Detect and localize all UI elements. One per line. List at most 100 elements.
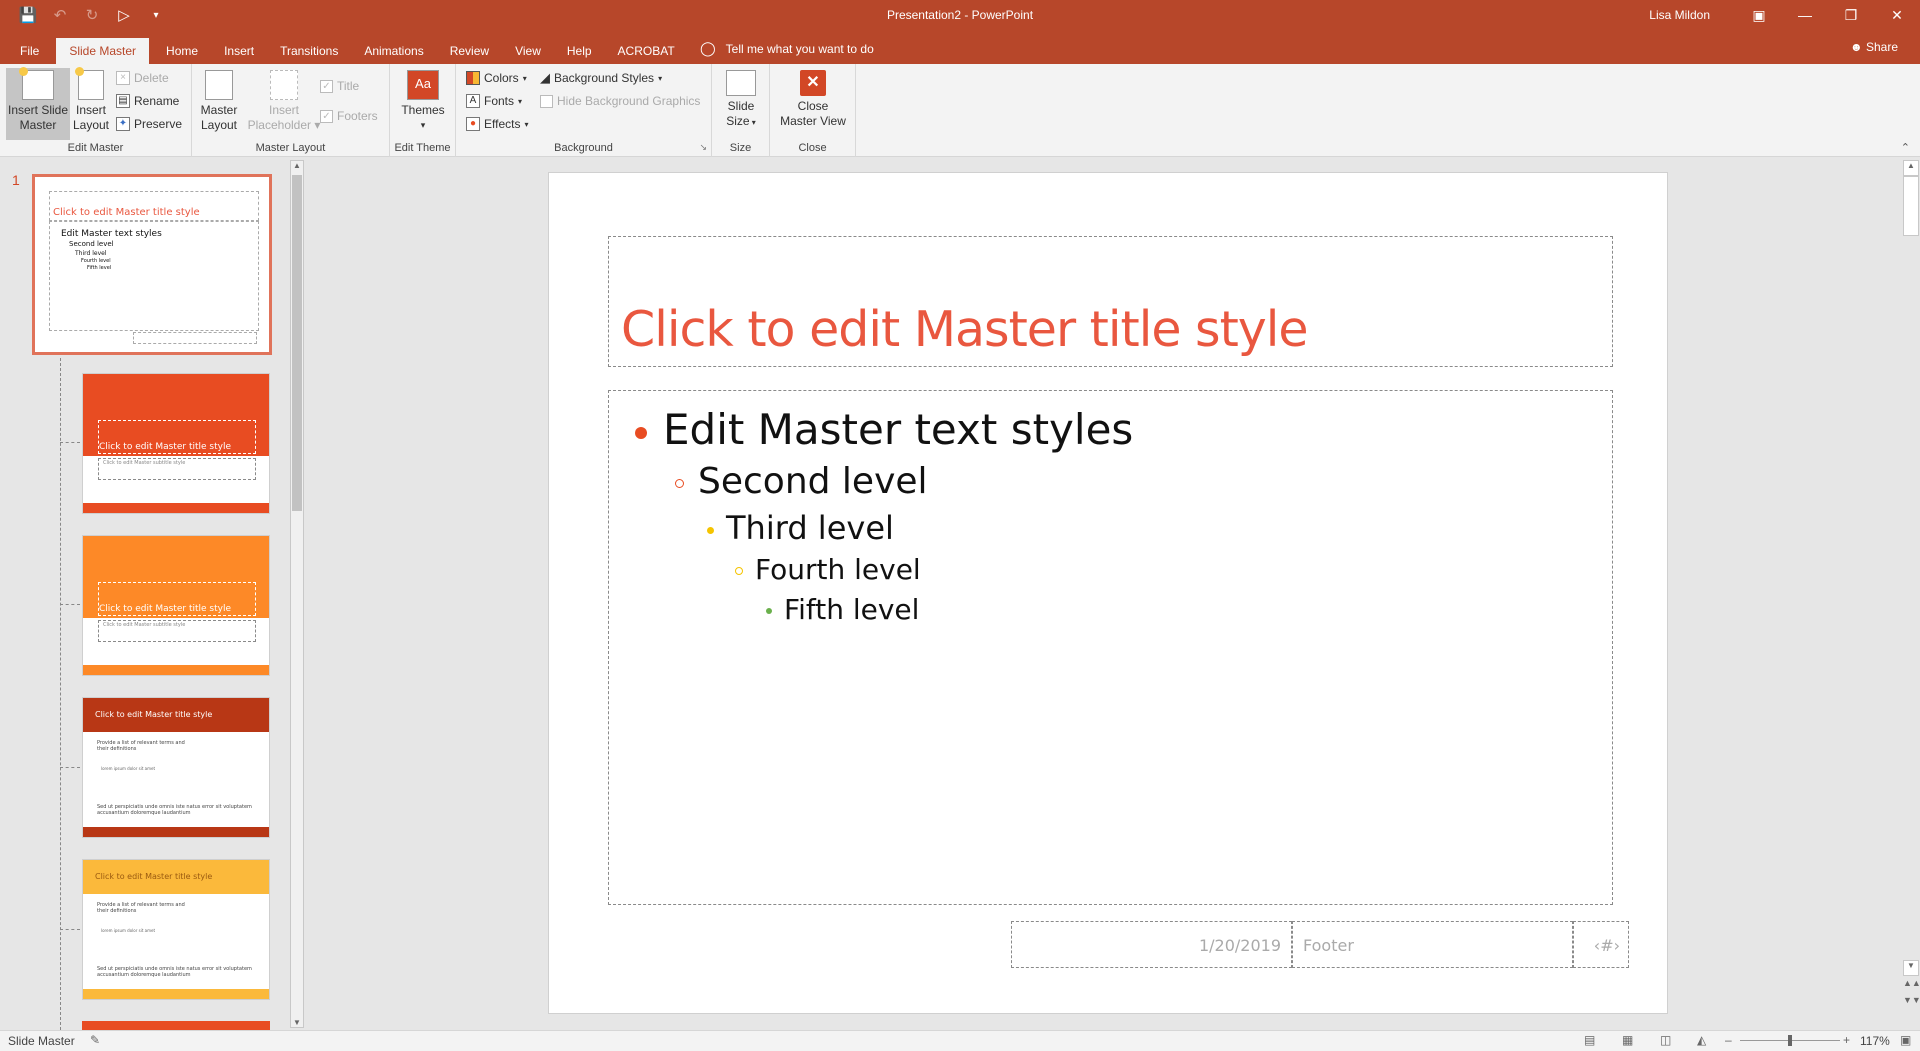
- background-styles-button[interactable]: ◢ Background Styles ▾: [540, 68, 662, 88]
- title-placeholder[interactable]: Click to edit Master title style: [608, 236, 1613, 367]
- zoom-out-button[interactable]: –: [1725, 1033, 1732, 1047]
- user-name[interactable]: Lisa Mildon: [1649, 8, 1710, 22]
- master-layout-button[interactable]: Master Layout: [198, 68, 240, 133]
- close-icon[interactable]: ✕: [1874, 0, 1920, 30]
- lightbulb-icon: ◯: [700, 40, 716, 56]
- preserve-pin-icon: ✦: [116, 117, 130, 131]
- share-button[interactable]: ☻ Share: [1850, 40, 1898, 54]
- tab-home[interactable]: Home: [153, 41, 211, 64]
- level-2-bullet-icon: [675, 478, 684, 488]
- slide-number-placeholder[interactable]: ‹#›: [1573, 921, 1629, 968]
- collapse-ribbon-icon[interactable]: ⌃: [1901, 141, 1910, 154]
- insert-placeholder-button[interactable]: Insert Placeholder ▾: [246, 68, 322, 133]
- footers-checkbox-label: Footers: [337, 109, 378, 123]
- date-placeholder[interactable]: 1/20/2019: [1011, 921, 1292, 968]
- thumbnail-layout-section-header[interactable]: Click to edit Master title style Click t…: [82, 535, 270, 676]
- tab-animations[interactable]: Animations: [351, 41, 436, 64]
- thumbnail-layout-partial[interactable]: [82, 1021, 270, 1030]
- background-styles-icon: ◢: [540, 70, 550, 85]
- level-1-text: Edit Master text styles: [663, 405, 1134, 454]
- hide-background-graphics-checkbox[interactable]: Hide Background Graphics: [540, 91, 700, 111]
- scroll-thumb[interactable]: [292, 175, 302, 511]
- rename-button[interactable]: ▤ Rename: [116, 91, 179, 111]
- scroll-down-icon[interactable]: ▼: [291, 1018, 303, 1027]
- slide-sorter-icon[interactable]: ▦: [1622, 1033, 1633, 1047]
- slide-show-icon[interactable]: ◭: [1697, 1033, 1706, 1047]
- group-master-layout: Master Layout Insert Placeholder ▾ ✓ Tit…: [192, 64, 390, 157]
- scroll-down-icon[interactable]: ▼: [1903, 960, 1919, 976]
- tell-me-search[interactable]: ◯ Tell me what you want to do: [700, 40, 874, 57]
- next-slide-icon[interactable]: ▼▼: [1903, 995, 1920, 1005]
- rename-icon: ▤: [116, 94, 130, 108]
- scroll-up-icon[interactable]: ▲: [1903, 160, 1919, 176]
- thumb-level-4: Fourth level: [81, 258, 111, 264]
- group-edit-theme: Aa Themes ▾ Edit Theme: [390, 64, 456, 157]
- group-label-edit-theme: Edit Theme: [394, 142, 451, 154]
- tab-acrobat[interactable]: ACROBAT: [605, 41, 688, 64]
- tab-file[interactable]: File: [0, 41, 52, 64]
- restore-icon[interactable]: ❐: [1828, 0, 1874, 30]
- level-4: Fourth level: [735, 553, 921, 586]
- colors-button[interactable]: Colors ▾: [466, 68, 527, 88]
- tree-branch: [60, 929, 80, 930]
- level-3: Third level: [707, 509, 894, 547]
- tab-help[interactable]: Help: [554, 41, 605, 64]
- tab-insert[interactable]: Insert: [211, 41, 267, 64]
- thumbnail-layout-glossary-1[interactable]: Click to edit Master title style Provide…: [82, 697, 270, 838]
- title-bar: 💾 ↶ ↻ ▷ ▾ Presentation2 - PowerPoint Lis…: [0, 0, 1920, 64]
- tab-review[interactable]: Review: [437, 41, 502, 64]
- thumb-bullets: lorem ipsum dolor sit amet: [101, 766, 156, 771]
- title-checkbox[interactable]: ✓ Title: [320, 76, 359, 96]
- close-master-view-label-1: Close: [797, 99, 829, 113]
- footers-checkbox[interactable]: ✓ Footers: [320, 106, 378, 126]
- tab-transitions[interactable]: Transitions: [267, 41, 351, 64]
- scroll-thumb[interactable]: [1903, 176, 1919, 236]
- insert-slide-master-icon: [19, 67, 54, 100]
- insert-layout-button[interactable]: Insert Layout: [72, 67, 110, 133]
- level-5: Fifth level: [766, 593, 919, 626]
- background-styles-label: Background Styles: [554, 71, 655, 85]
- insert-slide-master-label-1: Insert Slide: [7, 103, 69, 117]
- thumbnail-layout-title-slide[interactable]: Click to edit Master title style Click t…: [82, 373, 270, 514]
- minimize-icon[interactable]: —: [1782, 0, 1828, 30]
- thumb-subtitle: Click to edit Master subtitle style: [103, 460, 186, 466]
- level-2-text: Second level: [698, 461, 928, 502]
- group-label-size: Size: [729, 142, 752, 154]
- group-label-master-layout: Master Layout: [255, 142, 326, 154]
- thumbnail-pane-scrollbar[interactable]: ▲ ▼: [290, 160, 304, 1028]
- body-placeholder[interactable]: Edit Master text styles Second level Thi…: [608, 390, 1613, 905]
- tab-slide-master[interactable]: Slide Master: [56, 38, 150, 64]
- preserve-button[interactable]: ✦ Preserve: [116, 114, 182, 134]
- slide-area-scrollbar[interactable]: ▲ ▼ ▲▲ ▼▼: [1903, 160, 1920, 1026]
- slide-size-button[interactable]: Slide Size ▾: [720, 68, 762, 130]
- zoom-level[interactable]: 117%: [1860, 1034, 1890, 1048]
- insert-slide-master-button[interactable]: Insert Slide Master: [6, 67, 70, 140]
- thumb-title: Click to edit Master title style: [99, 442, 231, 452]
- hide-background-graphics-label: Hide Background Graphics: [557, 94, 701, 108]
- themes-button[interactable]: Aa Themes ▾: [398, 68, 448, 133]
- tab-view[interactable]: View: [502, 41, 554, 64]
- footer-placeholder[interactable]: Footer: [1292, 921, 1573, 968]
- slide-size-label-1: Slide: [727, 99, 755, 113]
- title-checkbox-label: Title: [337, 79, 360, 93]
- scroll-up-icon[interactable]: ▲: [291, 161, 303, 170]
- thumb-body1: Provide a list of relevant terms and the…: [97, 740, 185, 752]
- fit-slide-icon[interactable]: ▣: [1900, 1033, 1911, 1047]
- ribbon-display-options-icon[interactable]: ▣: [1736, 0, 1782, 30]
- effects-button[interactable]: ● Effects ▾: [466, 114, 528, 134]
- zoom-in-button[interactable]: +: [1843, 1033, 1850, 1047]
- close-master-view-button[interactable]: ✕ Close Master View: [776, 68, 850, 129]
- thumbnail-slide-master[interactable]: Click to edit Master title style Edit Ma…: [32, 174, 272, 355]
- colors-icon: [466, 71, 480, 85]
- previous-slide-icon[interactable]: ▲▲: [1903, 978, 1920, 988]
- zoom-slider[interactable]: [1740, 1035, 1840, 1046]
- reading-view-icon[interactable]: ◫: [1660, 1033, 1671, 1047]
- fonts-button[interactable]: A Fonts ▾: [466, 91, 522, 111]
- thumbnail-layout-glossary-2[interactable]: Click to edit Master title style Provide…: [82, 859, 270, 1000]
- insert-layout-icon: [75, 67, 104, 100]
- normal-view-icon[interactable]: ▤: [1584, 1033, 1595, 1047]
- themes-icon: Aa: [407, 70, 439, 100]
- delete-button[interactable]: × Delete: [116, 68, 169, 88]
- notes-icon[interactable]: ✎: [90, 1033, 100, 1047]
- zoom-slider-thumb[interactable]: [1788, 1035, 1792, 1046]
